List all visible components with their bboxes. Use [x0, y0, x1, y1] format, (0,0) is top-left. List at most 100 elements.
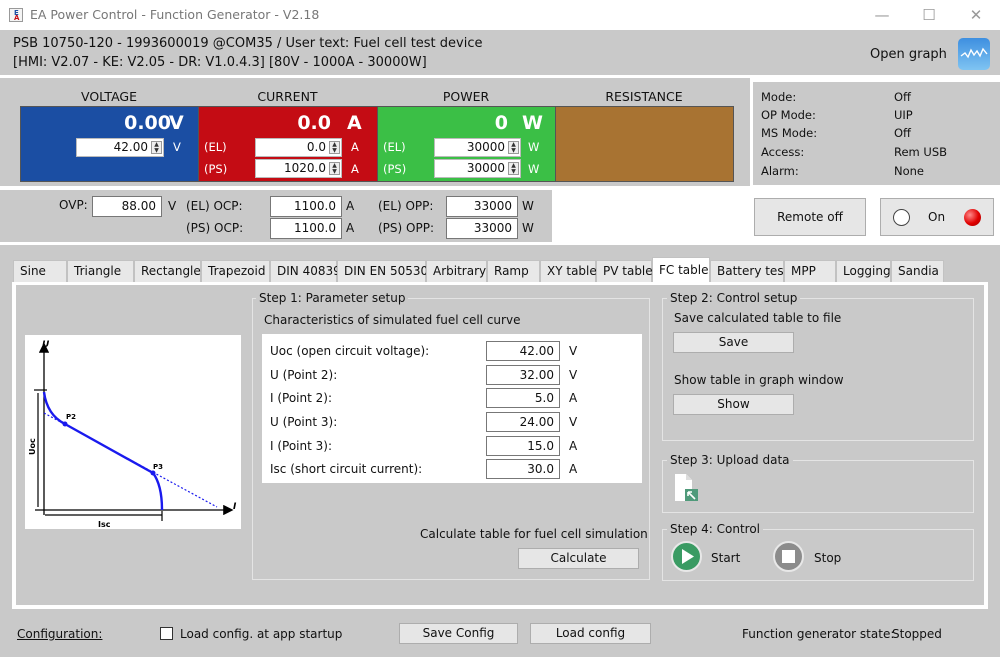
p3-label: P3 — [153, 463, 163, 471]
param-label: Uoc (open circuit voltage): — [270, 344, 430, 358]
minimize-button[interactable]: — — [867, 4, 897, 26]
upload-file-icon[interactable] — [673, 473, 703, 503]
spin-arrows-icon[interactable]: ▲ ▼ — [508, 141, 519, 154]
tab-arbitrary[interactable]: Arbitrary — [426, 260, 487, 282]
power-ps-set-input[interactable]: 30000 ▲ ▼ — [434, 159, 521, 178]
tab-rectangle[interactable]: Rectangle — [134, 260, 201, 282]
load-at-startup-checkbox[interactable] — [160, 627, 173, 640]
tab-mpp[interactable]: MPP — [784, 260, 836, 282]
ps-ocp-unit: A — [346, 221, 355, 235]
tab-xy-table[interactable]: XY table — [540, 260, 597, 282]
current-meter: 0.0 A (EL) 0.0 ▲ ▼ A (PS) 1020.0 ▲ ▼ A — [198, 106, 378, 182]
power-unit: W — [522, 112, 543, 134]
u-point2-input[interactable]: 32.00 — [486, 365, 560, 385]
ovp-unit: V — [168, 199, 177, 213]
el-ocp-label: (EL) OCP: — [186, 199, 243, 213]
show-button[interactable]: Show — [673, 394, 794, 415]
x-axis-label: I — [233, 502, 237, 512]
current-el-set-input[interactable]: 0.0 ▲ ▼ — [255, 138, 342, 157]
i-point3-input[interactable]: 15.0 — [486, 436, 560, 456]
close-button[interactable]: ✕ — [961, 4, 991, 26]
radio-ring-icon — [893, 209, 910, 226]
spin-arrows-icon[interactable]: ▲ ▼ — [329, 162, 340, 175]
start-button[interactable] — [671, 541, 702, 572]
calculate-button[interactable]: Calculate — [518, 548, 639, 569]
param-unit: V — [569, 344, 578, 358]
isc-label: Isc — [98, 520, 111, 529]
tab-sine[interactable]: Sine — [13, 260, 67, 282]
remote-off-button[interactable]: Remote off — [754, 198, 866, 236]
u-point3-input[interactable]: 24.00 — [486, 412, 560, 432]
status-panel: Mode: Off OP Mode: UIP MS Mode: Off Acce… — [753, 82, 1000, 185]
stop-button[interactable] — [773, 541, 804, 572]
spin-arrows-icon[interactable]: ▲ ▼ — [329, 141, 340, 154]
step1-title: Step 1: Parameter setup — [256, 291, 409, 305]
ps-opp-label: (PS) OPP: — [378, 221, 434, 235]
graph-icon[interactable] — [958, 38, 990, 70]
step2-title: Step 2: Control setup — [667, 291, 801, 305]
maximize-button[interactable]: ☐ — [914, 4, 944, 26]
p3-point — [150, 470, 156, 476]
open-graph-label[interactable]: Open graph — [870, 47, 947, 62]
power-el-unit: W — [528, 140, 540, 154]
tab-strip: Sine Triangle Rectangle Trapezoid DIN 40839 D… — [13, 257, 944, 282]
status-key: MS Mode: — [761, 126, 818, 140]
ovp-input[interactable]: 88.00 — [92, 196, 162, 217]
power-ps-unit: W — [528, 162, 540, 176]
current-ps-set-input[interactable]: 1020.0 ▲ ▼ — [255, 159, 342, 178]
tab-pv-table[interactable]: PV table — [596, 260, 653, 282]
voltage-unit: V — [169, 112, 184, 134]
voltage-title: VOLTAGE — [81, 89, 137, 104]
tab-logging[interactable]: Logging — [836, 260, 891, 282]
uoc-input[interactable]: 42.00 — [486, 341, 560, 361]
ps-ocp-label: (PS) OCP: — [186, 221, 244, 235]
fg-state-label: Function generator state: — [742, 627, 895, 641]
tab-trapezoid[interactable]: Trapezoid — [201, 260, 270, 282]
fg-state-value: Stopped — [892, 627, 942, 641]
el-opp-unit: W — [522, 199, 534, 213]
step3-title: Step 3: Upload data — [667, 453, 793, 467]
load-config-button[interactable]: Load config — [530, 623, 651, 644]
fc-curve — [42, 391, 164, 511]
tab-battery-test[interactable]: Battery test — [710, 260, 788, 282]
on-label: On — [928, 210, 946, 224]
el-ocp-input[interactable]: 1100.0 — [270, 196, 342, 217]
power-el-set-input[interactable]: 30000 ▲ ▼ — [434, 138, 521, 157]
tab-fc-table[interactable]: FC table — [652, 257, 710, 282]
calc-description: Calculate table for fuel cell simulation — [420, 527, 648, 541]
ps-opp-input[interactable]: 33000 — [446, 218, 518, 239]
play-icon — [682, 549, 694, 564]
current-actual: 0.0 — [297, 112, 331, 134]
save-config-button[interactable]: Save Config — [399, 623, 518, 644]
status-key: Access: — [761, 145, 805, 159]
save-button[interactable]: Save — [673, 332, 794, 353]
tab-ramp[interactable]: Ramp — [487, 260, 540, 282]
device-header: PSB 10750-120 - 1993600019 @COM35 / User… — [0, 30, 1000, 75]
isc-input[interactable]: 30.0 — [486, 459, 560, 479]
show-description: Show table in graph window — [674, 373, 844, 387]
ps-ocp-input[interactable]: 1100.0 — [270, 218, 342, 239]
i-point2-input[interactable]: 5.0 — [486, 388, 560, 408]
uoc-label: Uoc — [28, 438, 37, 455]
tab-din-en-50530[interactable]: DIN EN 50530 — [337, 260, 428, 282]
tab-sandia[interactable]: Sandia — [891, 260, 944, 282]
param-unit: V — [569, 415, 578, 429]
p2-point — [62, 421, 68, 427]
protection-panel: OVP: 88.00 V (EL) OCP: 1100.0 A (PS) OCP… — [0, 190, 552, 242]
tab-triangle[interactable]: Triangle — [67, 260, 134, 282]
status-value: None — [894, 164, 925, 178]
spin-arrows-icon[interactable]: ▲ ▼ — [151, 141, 162, 154]
el-opp-input[interactable]: 33000 — [446, 196, 518, 217]
voltage-set-input[interactable]: 42.00 ▲ ▼ — [76, 138, 164, 157]
load-at-startup-label: Load config. at app startup — [180, 627, 343, 641]
spin-arrows-icon[interactable]: ▲ ▼ — [508, 162, 519, 175]
stop-label: Stop — [814, 551, 842, 565]
tab-din-40839[interactable]: DIN 40839 — [270, 260, 341, 282]
version-info: [HMI: V2.07 - KE: V2.05 - DR: V1.0.4.3] … — [13, 55, 427, 70]
current-unit: A — [347, 112, 362, 134]
status-value: UIP — [894, 108, 913, 122]
output-on-button[interactable]: On — [880, 198, 994, 236]
voltage-actual: 0.00 — [124, 112, 171, 134]
param-unit: A — [569, 391, 578, 405]
p2-label: P2 — [66, 413, 76, 421]
